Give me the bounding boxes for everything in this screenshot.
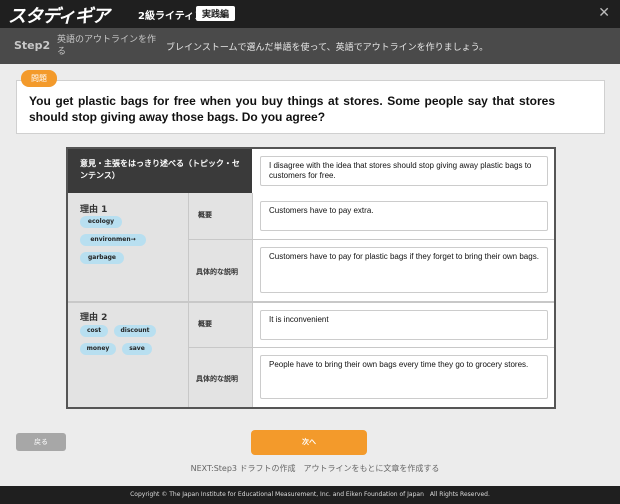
reason-2-detail-field[interactable]: People have to bring their own bags ever…	[260, 355, 548, 399]
divider	[252, 239, 554, 240]
next-step-note: NEXT:Step3 ドラフトの作成 アウトラインをもとに文章を作成する	[190, 464, 440, 473]
reason-1-summary-field[interactable]: Customers have to pay extra.	[260, 201, 548, 231]
divider	[188, 193, 189, 301]
divider	[188, 303, 189, 407]
keyword-chip[interactable]: garbage	[80, 252, 124, 264]
keyword-chip[interactable]: ecology	[80, 216, 122, 228]
close-icon[interactable]: ✕	[598, 5, 610, 21]
divider	[252, 347, 554, 348]
divider	[188, 239, 252, 240]
keyword-chip[interactable]: cost	[80, 325, 108, 337]
footer-copyright: Copyright © The Japan Institute for Educ…	[0, 486, 620, 504]
outline-table: 意見・主張をはっきり述べる（トピック・センテンス） I disagree wit…	[66, 147, 556, 409]
step-instruction: ブレインストームで選んだ単語を使って、英語でアウトラインを作りましょう。	[166, 43, 489, 53]
reason-1-detail-field[interactable]: Customers have to pay for plastic bags i…	[260, 247, 548, 293]
divider	[252, 193, 253, 407]
reason-1-detail-label: 具体的な説明	[196, 268, 238, 276]
step-number: Step2	[14, 39, 51, 52]
question-tab: 問題	[21, 70, 57, 87]
keyword-chip[interactable]: money	[80, 343, 116, 355]
next-button[interactable]: 次へ	[251, 430, 367, 455]
reason-2-summary-field[interactable]: It is inconvenient	[260, 310, 548, 340]
question-text: You get plastic bags for free when you b…	[29, 94, 555, 124]
topic-sentence-label: 意見・主張をはっきり述べる（トピック・センテンス）	[68, 149, 252, 193]
reason-1-title: 理由 1	[80, 205, 108, 215]
title-bar: スタディギア 2級ライティング 実践編 ✕	[0, 0, 620, 28]
mode-badge: 実践編	[196, 6, 236, 21]
reason-1-summary-label: 概要	[198, 211, 212, 219]
topic-sentence-field[interactable]: I disagree with the idea that stores sho…	[260, 156, 548, 186]
step-bar: Step2 英語のアウトラインを作る ブレインストームで選んだ単語を使って、英語…	[0, 28, 620, 64]
question-box: You get plastic bags for free when you b…	[16, 80, 605, 134]
keyword-chip[interactable]: environmen→	[80, 234, 146, 246]
keyword-chip[interactable]: save	[122, 343, 152, 355]
divider	[188, 347, 252, 348]
step-title: 英語のアウトラインを作る	[57, 35, 157, 57]
reason-2-title: 理由 2	[80, 313, 108, 323]
back-button[interactable]: 戻る	[16, 433, 66, 451]
keyword-chip[interactable]: discount	[114, 325, 156, 337]
reason-2-detail-label: 具体的な説明	[196, 375, 238, 383]
app-logo: スタディギア	[8, 6, 110, 27]
reason-2-summary-label: 概要	[198, 320, 212, 328]
